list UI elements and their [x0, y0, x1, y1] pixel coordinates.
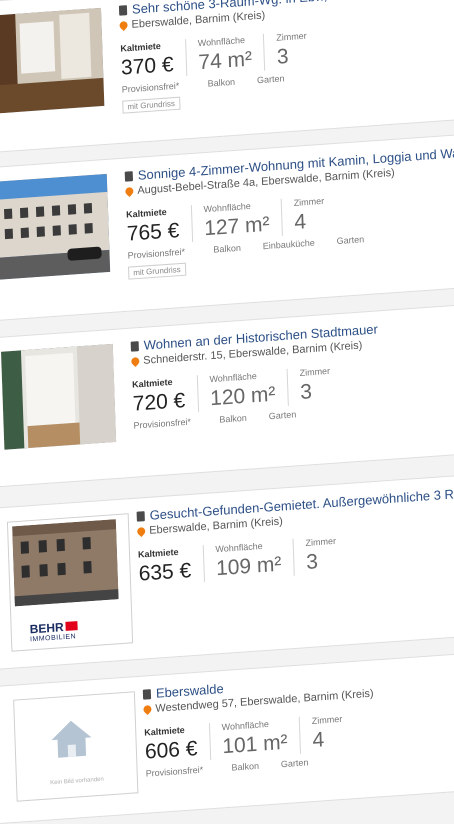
area-label: Wohnfläche [197, 34, 246, 49]
listing-type-icon [124, 170, 134, 182]
results-list: Sehr schöne 3-Raum-Wg. in Ebw, Westend s… [0, 0, 454, 824]
rooms-label: Zimmer [276, 30, 307, 43]
rent-label: Kaltmiete [131, 376, 173, 390]
listing-photo-placeholder[interactable]: Kein Bild vorhanden [13, 691, 139, 802]
rent-label: Kaltmiete [144, 724, 185, 738]
tag-balkon: Balkon [213, 242, 242, 255]
rent-value: 765 € [126, 219, 180, 246]
rooms-value: 4 [293, 210, 307, 234]
listing-type-icon [136, 510, 145, 522]
rent-fact: Kaltmiete 765 € [126, 205, 192, 247]
tag-provisionsfrei: Provisionsfrei* [133, 416, 192, 431]
area-value: 127 m² [203, 212, 270, 241]
tag-garten: Garten [256, 73, 285, 86]
listing-type-icon [118, 4, 128, 16]
listing-photo[interactable]: BEHR IMMOBILIEN [6, 513, 134, 652]
listing-photo[interactable] [0, 343, 117, 450]
rooms-value: 3 [276, 44, 290, 69]
rooms-label: Zimmer [311, 713, 343, 726]
agency-logo: BEHR IMMOBILIEN [29, 619, 78, 643]
rooms-fact: Zimmer 3 [286, 364, 344, 406]
tag-provisionsfrei: Provisionsfrei* [145, 764, 204, 779]
rooms-label: Zimmer [293, 195, 325, 208]
rooms-fact: Zimmer 3 [263, 29, 320, 71]
tag-balkon: Balkon [219, 412, 247, 425]
area-fact: Wohnfläche 120 m² [196, 368, 288, 413]
area-label: Wohnfläche [221, 718, 270, 733]
listing-card[interactable]: BEHR IMMOBILIEN Gesucht-Gefunden-Gemiete… [0, 468, 454, 670]
rent-fact: Kaltmiete 370 € [120, 39, 186, 81]
rent-value: 370 € [120, 53, 174, 80]
tag-einbaukueche: Einbauküche [262, 237, 315, 252]
house-icon [51, 720, 92, 758]
area-value: 109 m² [215, 552, 282, 581]
location-pin-icon [129, 355, 141, 368]
area-label: Wohnfläche [203, 200, 252, 215]
listing-type-icon [142, 688, 152, 700]
rent-fact: Kaltmiete 635 € [138, 545, 204, 587]
area-label: Wohnfläche [209, 370, 257, 385]
tag-garten: Garten [336, 234, 365, 247]
rent-label: Kaltmiete [126, 206, 167, 220]
listing-photo[interactable] [0, 7, 105, 114]
rooms-fact: Zimmer 4 [280, 194, 338, 236]
rent-value: 635 € [138, 559, 192, 586]
listing-type-icon [130, 340, 139, 352]
rooms-label: Zimmer [299, 365, 331, 378]
area-label: Wohnfläche [215, 540, 263, 555]
area-fact: Wohnfläche 127 m² [190, 198, 282, 243]
area-fact: Wohnfläche 109 m² [202, 538, 294, 583]
tag-balkon: Balkon [207, 76, 236, 89]
grundriss-badge: mit Grundriss [122, 96, 181, 114]
agency-logo-mark [65, 621, 78, 631]
rent-label: Kaltmiete [137, 546, 179, 560]
area-value: 120 m² [209, 382, 276, 411]
rooms-fact: Zimmer 3 [292, 534, 350, 576]
tag-provisionsfrei: Provisionsfrei* [127, 246, 186, 261]
location-pin-icon [135, 525, 147, 538]
rooms-value: 3 [299, 380, 313, 404]
rent-fact: Kaltmiete 606 € [144, 723, 210, 765]
rent-value: 720 € [132, 389, 186, 416]
area-value: 74 m² [198, 47, 253, 75]
grundriss-badge: mit Grundriss [128, 262, 186, 280]
rooms-value: 4 [312, 728, 325, 752]
rooms-label: Zimmer [305, 535, 337, 548]
tag-provisionsfrei: Provisionsfrei* [121, 80, 180, 95]
location-pin-icon [141, 703, 154, 716]
listing-card[interactable]: Sehr schöne 3-Raum-Wg. in Ebw, Westend s… [0, 0, 454, 155]
tag-garten: Garten [280, 757, 309, 770]
listing-card[interactable]: Wohnen an der Historischen Stadtmauer Sc… [0, 298, 454, 488]
rooms-fact: Zimmer 4 [298, 712, 356, 754]
location-pin-icon [123, 185, 136, 198]
tag-balkon: Balkon [231, 760, 260, 773]
rooms-value: 3 [305, 550, 319, 574]
area-fact: Wohnfläche 74 m² [184, 33, 265, 77]
rent-fact: Kaltmiete 720 € [132, 375, 198, 417]
listing-card[interactable]: Kein Bild vorhanden Eberswalde Westendwe… [0, 646, 454, 824]
tag-garten: Garten [268, 409, 297, 422]
listing-card[interactable]: Sonnige 4-Zimmer-Wohnung mit Kamin, Logg… [0, 128, 454, 322]
rent-value: 606 € [144, 737, 198, 764]
location-pin-icon [117, 19, 130, 32]
area-value: 101 m² [221, 730, 288, 759]
listing-photo[interactable] [0, 173, 111, 280]
area-fact: Wohnfläche 101 m² [208, 716, 300, 761]
rent-label: Kaltmiete [120, 40, 161, 54]
